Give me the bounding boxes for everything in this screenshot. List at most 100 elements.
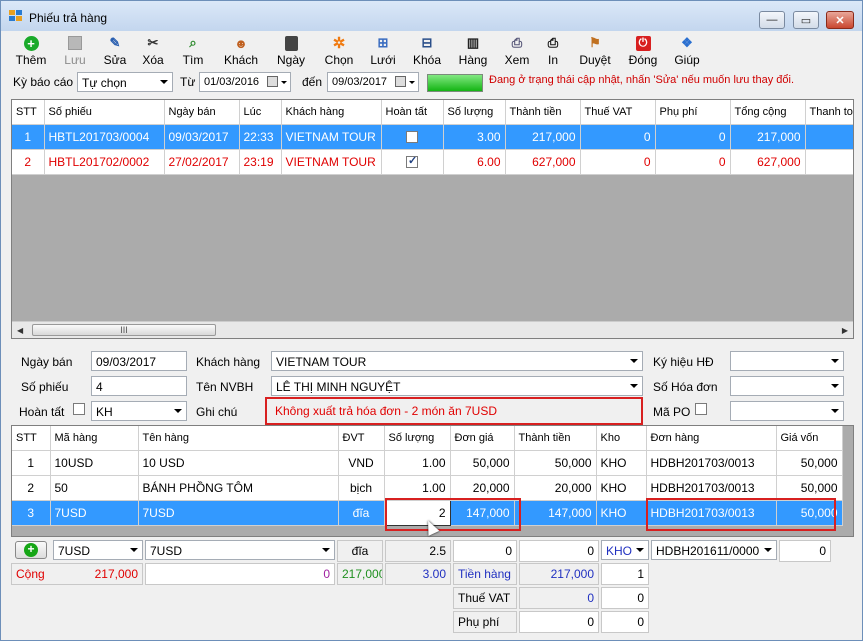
entry-quantity[interactable]: 2.5 <box>385 540 451 562</box>
column-header[interactable]: Lúc <box>239 100 282 125</box>
maximize-button[interactable]: ▭ <box>793 11 819 29</box>
entry-ma-select[interactable]: 7USD <box>53 540 143 560</box>
column-header[interactable]: Thanh toá <box>805 100 853 125</box>
save-icon <box>66 34 84 52</box>
column-header[interactable]: Kho <box>596 426 647 451</box>
sua-button[interactable]: ✎ Sửa <box>97 33 133 71</box>
chevron-down-icon <box>831 384 839 388</box>
tien-hang-qty[interactable]: 1 <box>601 563 649 585</box>
ma-po-select[interactable] <box>730 401 844 421</box>
column-header[interactable]: Ngày bán <box>164 100 240 125</box>
scroll-right-icon[interactable]: ▶ <box>842 326 848 335</box>
in-button[interactable]: ⎙ In <box>539 33 567 71</box>
xem-button[interactable]: ⎙ Xem <box>499 33 535 71</box>
hoan-tat-checkbox[interactable] <box>73 403 85 415</box>
table-row[interactable]: 1 10USD 10 USD VND 1.00 50,000 50,000 KH… <box>12 450 843 476</box>
column-header[interactable]: Đơn giá <box>450 426 515 451</box>
column-header[interactable]: ĐVT <box>338 426 385 451</box>
column-header[interactable]: Tổng cộng <box>730 100 806 125</box>
entry-kho-select[interactable]: KHO <box>601 540 649 560</box>
vat-input[interactable]: 0 <box>601 587 649 609</box>
column-header[interactable]: Thành tiền <box>514 426 597 451</box>
column-header[interactable]: Thành tiền <box>505 100 581 125</box>
column-header[interactable]: Thuế VAT <box>580 100 656 125</box>
kho-select[interactable]: KH <box>91 401 187 421</box>
hoan-tat-checkbox[interactable] <box>406 131 418 144</box>
minimize-button[interactable]: — <box>759 11 785 29</box>
entry-cost[interactable]: 0 <box>779 540 831 562</box>
app-window: Phiếu trả hàng — ▭ ✕ + Thêm Lưu ✎ Sửa ✂ … <box>0 0 863 641</box>
horizontal-scrollbar[interactable]: ◀ III ▶ <box>12 321 853 338</box>
column-header[interactable]: Tên hàng <box>138 426 339 451</box>
column-header[interactable]: Mã hàng <box>50 426 139 451</box>
hoan-tat-checkbox[interactable] <box>406 154 418 169</box>
column-header[interactable]: Số lượng <box>443 100 506 125</box>
nvbh-select[interactable]: LÊ THỊ MINH NGUYỆT <box>271 376 643 396</box>
so-phieu-field[interactable]: 4 <box>91 376 187 396</box>
window-title: Phiếu trả hàng <box>29 11 108 25</box>
preview-icon: ⎙ <box>511 35 523 50</box>
chevron-down-icon <box>630 384 638 388</box>
scroll-thumb[interactable]: III <box>32 324 216 336</box>
column-header[interactable]: Phụ phí <box>655 100 731 125</box>
cong-quantity: 3.00 <box>385 563 451 585</box>
column-header[interactable]: Khách hàng <box>281 100 382 125</box>
lock-icon: ⊟ <box>421 35 433 50</box>
column-header[interactable]: Hoàn tất <box>381 100 444 125</box>
phu-phi-amount[interactable]: 0 <box>519 611 599 633</box>
ngay-ban-label: Ngày bán <box>21 355 73 369</box>
hoan-tat-label: Hoàn tất <box>19 405 65 419</box>
column-header[interactable]: Đơn hàng <box>646 426 777 451</box>
duyet-button[interactable]: ⚑ Duyệt <box>575 33 615 71</box>
ngay-button[interactable]: Ngày <box>271 33 311 71</box>
scroll-left-icon[interactable]: ◀ <box>17 326 23 335</box>
entry-order-select[interactable]: HDBH201611/0000 <box>651 540 777 560</box>
chevron-down-icon <box>409 81 415 84</box>
so-hoa-don-select[interactable] <box>730 376 844 396</box>
from-date-picker[interactable]: 01/03/2016 <box>199 72 291 92</box>
dong-button[interactable]: ⏻ Đóng <box>623 33 663 71</box>
tim-button[interactable]: ⌕ Tìm <box>175 33 211 71</box>
customer-icon: ☻ <box>234 35 248 51</box>
khach-hang-select[interactable]: VIETNAM TOUR <box>271 351 643 371</box>
receipts-grid: STT Số phiếu Ngày bán Lúc Khách hàng Hoà… <box>11 99 854 339</box>
order-cost-highlight <box>646 498 836 531</box>
table-row[interactable]: 1 HBTL201703/0004 09/03/2017 22:33 VIETN… <box>12 124 853 150</box>
ngay-ban-field[interactable]: 09/03/2017 <box>91 351 187 371</box>
add-line-button[interactable]: + <box>15 541 47 559</box>
so-phieu-label: Số phiếu <box>21 380 69 394</box>
luoi-button[interactable]: ⊞ Lưới <box>365 33 401 71</box>
giup-button[interactable]: ❖ Giúp <box>669 33 705 71</box>
luu-button[interactable]: Lưu <box>57 33 93 71</box>
hang-button[interactable]: ▥ Hàng <box>453 33 493 71</box>
status-progress-bar <box>427 74 483 92</box>
cong-col4: 217,000 <box>337 563 383 585</box>
column-header[interactable]: Số phiếu <box>44 100 165 125</box>
them-button[interactable]: + Thêm <box>11 33 51 71</box>
to-date-picker[interactable]: 09/03/2017 <box>327 72 419 92</box>
entry-ten-select[interactable]: 7USD <box>145 540 335 560</box>
xoa-button[interactable]: ✂ Xóa <box>137 33 169 71</box>
entry-amount: 0 <box>519 540 599 562</box>
quantity-price-highlight <box>385 498 521 531</box>
table-row[interactable]: 2 50 BÁNH PHỒNG TÔM bịch 1.00 20,000 20,… <box>12 475 843 501</box>
khoa-button[interactable]: ⊟ Khóa <box>407 33 447 71</box>
ghi-chu-label: Ghi chú <box>196 405 238 419</box>
column-header[interactable]: STT <box>12 426 51 451</box>
ky-hieu-select[interactable] <box>730 351 844 371</box>
maximize-icon: ▭ <box>800 14 812 27</box>
table-row[interactable]: 2 HBTL201702/0002 27/02/2017 23:19 VIETN… <box>12 149 853 175</box>
total-row: Cộng 217,000 <box>11 563 143 585</box>
chon-button[interactable]: ✲ Chọn <box>319 33 359 71</box>
period-select[interactable]: Tự chọn <box>77 72 173 92</box>
ma-po-checkbox[interactable] <box>695 403 707 415</box>
column-header[interactable]: STT <box>12 100 45 125</box>
phu-phi-input[interactable]: 0 <box>601 611 649 633</box>
close-button[interactable]: ✕ <box>826 11 854 29</box>
entry-price[interactable]: 0 <box>453 540 517 562</box>
grid-icon: ⊞ <box>377 35 389 50</box>
edit-icon: ✎ <box>109 35 121 50</box>
column-header[interactable]: Số lượng <box>384 426 451 451</box>
khach-button[interactable]: ☻ Khách <box>219 33 263 71</box>
column-header[interactable]: Giá vốn <box>776 426 843 451</box>
